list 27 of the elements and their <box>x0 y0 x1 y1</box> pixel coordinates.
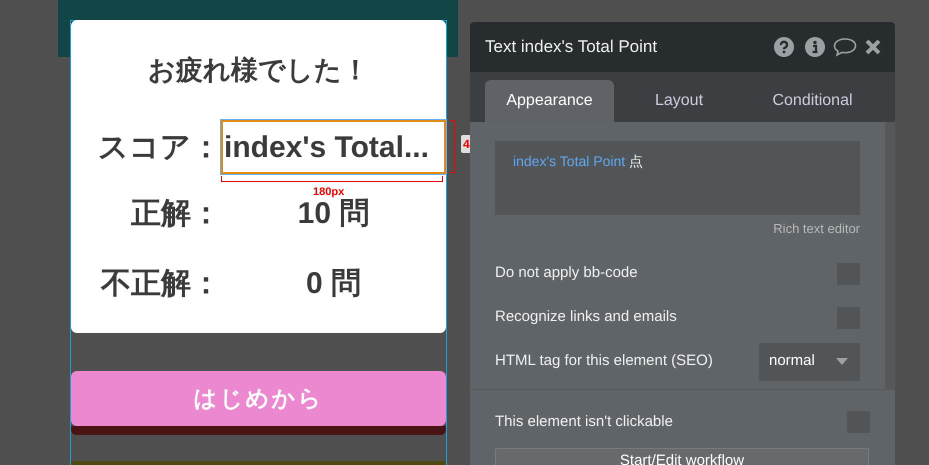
editor-caption: Rich text editor <box>772 220 860 238</box>
row-label: スコア： <box>97 130 221 166</box>
editor-text: 点 <box>629 153 644 169</box>
tab[interactable]: Conditional <box>744 80 881 122</box>
row-value: 10 問 <box>296 196 370 232</box>
width-label: 180px <box>313 185 344 198</box>
info-icon[interactable] <box>805 37 825 57</box>
row-value: 0 問 <box>304 266 362 302</box>
dimension-line <box>450 120 455 173</box>
panel-title: Text index's Total Point <box>485 36 658 58</box>
option-label: Recognize links and emails <box>495 307 677 328</box>
option-label: This element isn't clickable <box>495 412 673 432</box>
workflow-button[interactable]: Start/Edit workflow <box>495 448 869 465</box>
popup-title: お疲れ様でした！ <box>147 54 370 87</box>
caret-icon <box>836 358 848 365</box>
comment-icon[interactable] <box>833 37 857 57</box>
tab[interactable]: Layout <box>614 80 744 122</box>
tag-dropdown[interactable]: normal <box>759 342 860 380</box>
tab[interactable]: Appearance <box>485 80 614 122</box>
option-label: HTML tag for this element (SEO) <box>495 351 713 372</box>
row-label: 不正解： <box>100 266 221 302</box>
option-label: Do not apply bb-code <box>495 263 638 284</box>
help-icon[interactable] <box>774 37 794 57</box>
row-label: 正解： <box>130 196 221 232</box>
row-value: index's Total... <box>221 120 446 174</box>
close-icon[interactable] <box>865 39 881 55</box>
rich-text-field[interactable]: index's Total Point 点 <box>495 141 860 215</box>
